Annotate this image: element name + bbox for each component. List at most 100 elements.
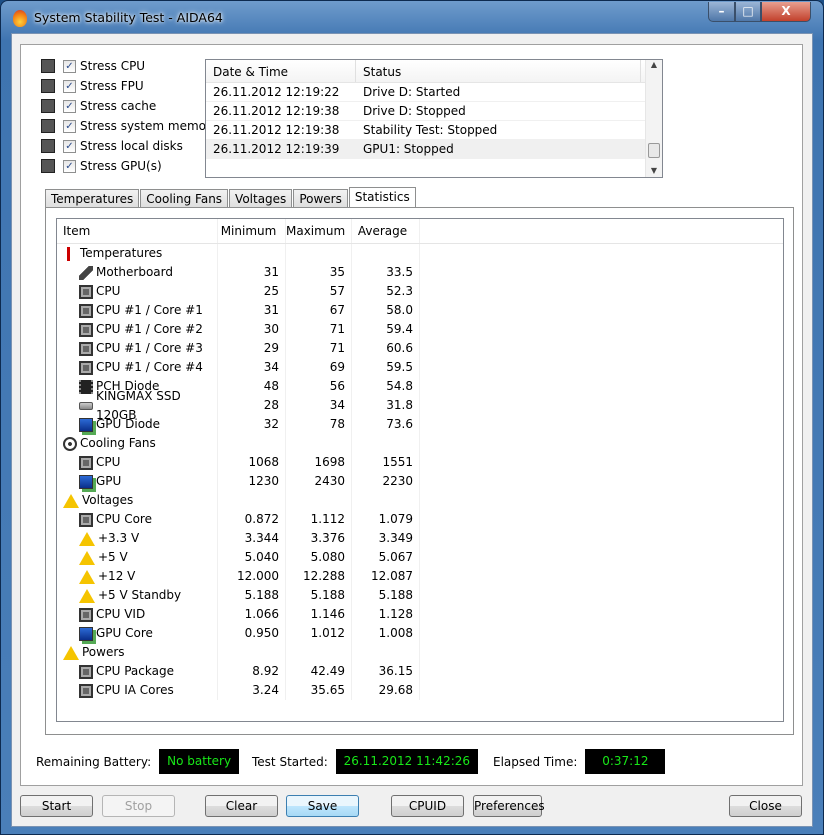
stress-option[interactable]: ✓ Stress cache xyxy=(41,98,156,114)
log-row[interactable]: 26.11.2012 12:19:39 GPU1: Stopped xyxy=(206,140,662,159)
item-name: CPU VID xyxy=(96,607,146,621)
minimum-value: 12.000 xyxy=(218,567,286,586)
preferences-button[interactable]: Preferences xyxy=(473,795,545,817)
table-row[interactable]: CPU 25 57 52.3 xyxy=(57,282,783,301)
log-header-datetime[interactable]: Date & Time xyxy=(206,60,356,82)
test-started-label: Test Started: xyxy=(252,754,328,769)
checkbox[interactable]: ✓ xyxy=(63,139,76,153)
stress-option[interactable]: ✓ Stress local disks xyxy=(41,138,183,154)
stress-option[interactable]: ✓ Stress CPU xyxy=(41,58,145,74)
checkbox[interactable]: ✓ xyxy=(63,159,76,173)
stress-option[interactable]: ✓ Stress system memory xyxy=(41,118,218,134)
chip-icon xyxy=(79,322,93,337)
table-row[interactable]: CPU #1 / Core #1 31 67 58.0 xyxy=(57,301,783,320)
start-button[interactable]: Start xyxy=(20,795,93,817)
table-row[interactable]: CPU #1 / Core #2 30 71 59.4 xyxy=(57,320,783,339)
minimum-value: 1068 xyxy=(218,453,286,472)
minimum-value: 5.040 xyxy=(218,548,286,567)
log-header-status[interactable]: Status xyxy=(356,60,641,82)
warning-icon xyxy=(79,569,95,584)
table-row[interactable]: +5 V 5.040 5.080 5.067 xyxy=(57,548,783,567)
minimize-button[interactable]: – xyxy=(708,2,735,22)
save-button[interactable]: Save xyxy=(286,795,359,817)
table-row[interactable]: CPU Core 0.872 1.112 1.079 xyxy=(57,510,783,529)
warning-icon xyxy=(63,645,79,660)
close-button[interactable]: Close xyxy=(729,795,802,817)
table-row[interactable]: KINGMAX SSD 120GB 28 34 31.8 xyxy=(57,389,783,422)
group-row[interactable]: Voltages xyxy=(57,491,783,510)
checkbox[interactable]: ✓ xyxy=(63,99,76,113)
item-name: Motherboard xyxy=(96,265,173,279)
item-name: +12 V xyxy=(98,569,136,583)
pch-chip-icon xyxy=(79,379,93,394)
header-maximum[interactable]: Maximum xyxy=(286,219,352,243)
header-average[interactable]: Average xyxy=(352,219,420,243)
stress-option-label: Stress cache xyxy=(80,99,157,113)
header-minimum[interactable]: Minimum xyxy=(218,219,286,243)
tab-powers[interactable]: Powers xyxy=(293,189,348,209)
group-row[interactable]: Powers xyxy=(57,643,783,662)
stress-option-label: Stress local disks xyxy=(80,139,183,153)
log-scrollbar[interactable]: ▲ ▼ xyxy=(645,60,662,177)
table-row[interactable]: CPU 1068 1698 1551 xyxy=(57,453,783,472)
battery-value: No battery xyxy=(159,749,240,774)
average-value: 59.5 xyxy=(352,358,420,377)
checkbox[interactable]: ✓ xyxy=(63,59,76,73)
log-row[interactable]: 26.11.2012 12:19:38 Drive D: Stopped xyxy=(206,102,662,121)
maximum-value: 67 xyxy=(286,301,352,320)
memory-icon xyxy=(41,119,55,133)
table-row[interactable]: CPU #1 / Core #4 34 69 59.5 xyxy=(57,358,783,377)
minimum-value: 30 xyxy=(218,320,286,339)
stress-option[interactable]: ✓ Stress GPU(s) xyxy=(41,158,162,174)
tab-temperatures[interactable]: Temperatures xyxy=(45,189,140,209)
clear-button[interactable]: Clear xyxy=(205,795,278,817)
table-row[interactable]: +3.3 V 3.344 3.376 3.349 xyxy=(57,529,783,548)
tab-cooling-fans[interactable]: Cooling Fans xyxy=(140,189,229,209)
table-row[interactable]: +12 V 12.000 12.288 12.087 xyxy=(57,567,783,586)
log-row[interactable]: 26.11.2012 12:19:38 Stability Test: Stop… xyxy=(206,121,662,140)
gpu-icon xyxy=(41,159,55,173)
gpu-icon xyxy=(79,626,93,641)
maximum-value: 57 xyxy=(286,282,352,301)
warning-icon xyxy=(79,531,95,546)
tab-voltages[interactable]: Voltages xyxy=(229,189,293,209)
stress-option[interactable]: ✓ Stress FPU xyxy=(41,78,144,94)
table-row[interactable]: GPU Core 0.950 1.012 1.008 xyxy=(57,624,783,643)
chip-icon xyxy=(79,284,93,299)
maximize-button[interactable]: □ xyxy=(735,2,761,22)
table-row[interactable]: CPU IA Cores 3.24 35.65 29.68 xyxy=(57,681,783,700)
table-row[interactable]: +5 V Standby 5.188 5.188 5.188 xyxy=(57,586,783,605)
battery-label: Remaining Battery: xyxy=(36,754,152,769)
window-close-button[interactable]: X xyxy=(761,2,811,22)
maximum-value: 56 xyxy=(286,377,352,396)
ssd-icon xyxy=(79,401,93,410)
scroll-thumb[interactable] xyxy=(648,143,660,158)
maximum-value: 78 xyxy=(286,415,352,434)
table-row[interactable]: CPU VID 1.066 1.146 1.128 xyxy=(57,605,783,624)
table-row[interactable]: GPU Diode 32 78 73.6 xyxy=(57,415,783,434)
average-value: 31.8 xyxy=(352,396,420,415)
checkbox[interactable]: ✓ xyxy=(63,119,76,133)
average-value: 1.128 xyxy=(352,605,420,624)
scroll-up-icon[interactable]: ▲ xyxy=(646,60,662,69)
item-name: CPU Core xyxy=(96,512,152,526)
scroll-down-icon[interactable]: ▼ xyxy=(646,166,662,175)
statistics-table: Item Minimum Maximum Average Temperature… xyxy=(56,218,784,722)
item-name: CPU #1 / Core #3 xyxy=(96,341,203,355)
average-value xyxy=(352,434,420,453)
table-row[interactable]: Motherboard 31 35 33.5 xyxy=(57,263,783,282)
table-row[interactable]: CPU #1 / Core #3 29 71 60.6 xyxy=(57,339,783,358)
log-row[interactable]: 26.11.2012 12:19:22 Drive D: Started xyxy=(206,83,662,102)
stop-button[interactable]: Stop xyxy=(102,795,175,817)
cpuid-button[interactable]: CPUID xyxy=(391,795,464,817)
checkbox[interactable]: ✓ xyxy=(63,79,76,93)
average-value: 58.0 xyxy=(352,301,420,320)
group-row[interactable]: Temperatures xyxy=(57,244,783,263)
table-row[interactable]: CPU Package 8.92 42.49 36.15 xyxy=(57,662,783,681)
minimum-value: 0.950 xyxy=(218,624,286,643)
header-item[interactable]: Item xyxy=(57,219,218,243)
item-name: GPU Diode xyxy=(96,417,161,431)
item-name: Voltages xyxy=(82,493,134,507)
group-row[interactable]: Cooling Fans xyxy=(57,434,783,453)
table-row[interactable]: GPU 1230 2430 2230 xyxy=(57,472,783,491)
